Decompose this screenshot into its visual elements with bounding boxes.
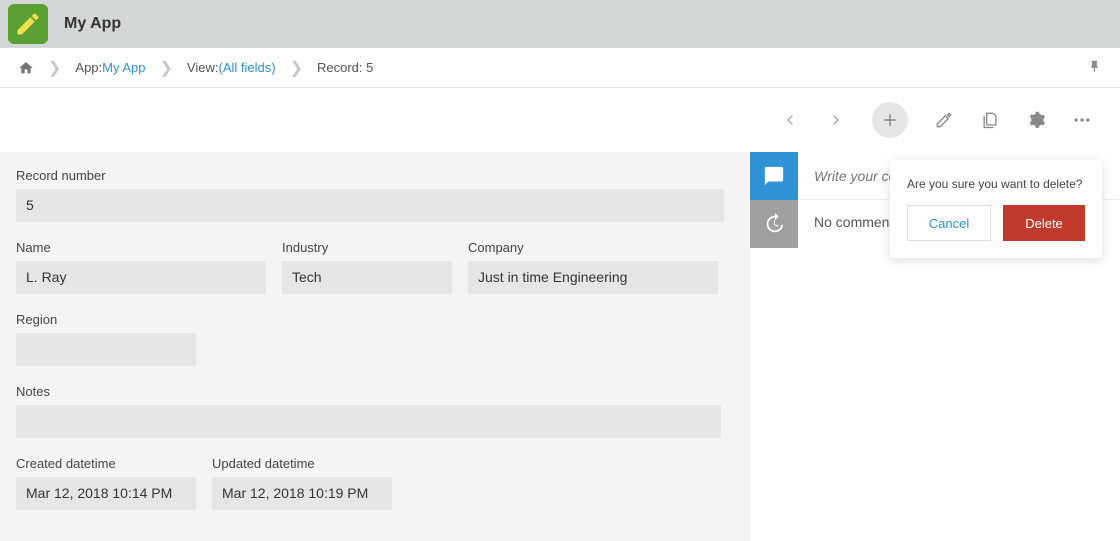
gear-icon	[1026, 109, 1046, 131]
cancel-button[interactable]: Cancel	[907, 205, 991, 241]
add-record-button[interactable]	[872, 102, 908, 138]
record-number-label: Record number	[16, 168, 724, 183]
record-panel: Record number 5 Name L. Ray Industry Tec…	[0, 152, 750, 541]
breadcrumb: ❯ App: My App ❯ View: (All fields) ❯ Rec…	[0, 48, 1120, 88]
company-value: Just in time Engineering	[468, 261, 718, 294]
updated-datetime-label: Updated datetime	[212, 456, 392, 471]
chevron-right-icon: ❯	[290, 58, 303, 78]
edit-icon	[934, 110, 954, 130]
home-icon	[18, 60, 34, 76]
copy-icon	[980, 110, 1000, 130]
chevron-right-icon: ❯	[48, 58, 61, 78]
more-icon	[1072, 109, 1092, 131]
app-icon	[8, 4, 48, 44]
edit-record-button[interactable]	[934, 110, 954, 130]
header-bar: My App	[0, 0, 1120, 48]
breadcrumb-app-prefix: App:	[75, 60, 102, 75]
next-record-button[interactable]	[826, 110, 846, 130]
app-title: My App	[64, 15, 121, 33]
history-icon	[763, 213, 785, 235]
breadcrumb-app[interactable]: App: My App	[67, 60, 153, 75]
name-label: Name	[16, 240, 266, 255]
notes-label: Notes	[16, 384, 721, 399]
breadcrumb-view[interactable]: View: (All fields)	[179, 60, 284, 75]
delete-button[interactable]: Delete	[1003, 205, 1085, 241]
breadcrumb-app-link[interactable]: My App	[102, 60, 145, 75]
plus-icon	[881, 111, 899, 129]
notes-value	[16, 405, 721, 438]
name-value: L. Ray	[16, 261, 266, 294]
breadcrumb-view-link[interactable]: (All fields)	[218, 60, 275, 75]
created-datetime-label: Created datetime	[16, 456, 196, 471]
region-label: Region	[16, 312, 196, 327]
chevron-right-icon	[828, 112, 844, 128]
delete-confirm-message: Are you sure you want to delete?	[907, 177, 1085, 191]
region-value	[16, 333, 196, 366]
updated-datetime-value: Mar 12, 2018 10:19 PM	[212, 477, 392, 510]
industry-value: Tech	[282, 261, 452, 294]
pin-icon[interactable]	[1088, 59, 1102, 73]
company-label: Company	[468, 240, 718, 255]
pencil-icon	[14, 10, 42, 38]
breadcrumb-view-prefix: View:	[187, 60, 219, 75]
delete-confirm-popover: Are you sure you want to delete? Cancel …	[890, 160, 1102, 258]
chevron-left-icon	[782, 112, 798, 128]
comment-icon	[763, 165, 785, 187]
prev-record-button[interactable]	[780, 110, 800, 130]
tab-comments[interactable]	[750, 152, 798, 200]
created-datetime-value: Mar 12, 2018 10:14 PM	[16, 477, 196, 510]
chevron-right-icon: ❯	[160, 58, 173, 78]
tab-history[interactable]	[750, 200, 798, 248]
duplicate-record-button[interactable]	[980, 110, 1000, 130]
breadcrumb-record: Record: 5	[309, 60, 381, 75]
more-options-button[interactable]	[1072, 110, 1092, 130]
settings-button[interactable]	[1026, 110, 1046, 130]
home-crumb[interactable]	[10, 60, 42, 76]
side-tabs	[750, 152, 798, 541]
record-toolbar	[0, 88, 1120, 152]
industry-label: Industry	[282, 240, 452, 255]
record-number-value: 5	[16, 189, 724, 222]
